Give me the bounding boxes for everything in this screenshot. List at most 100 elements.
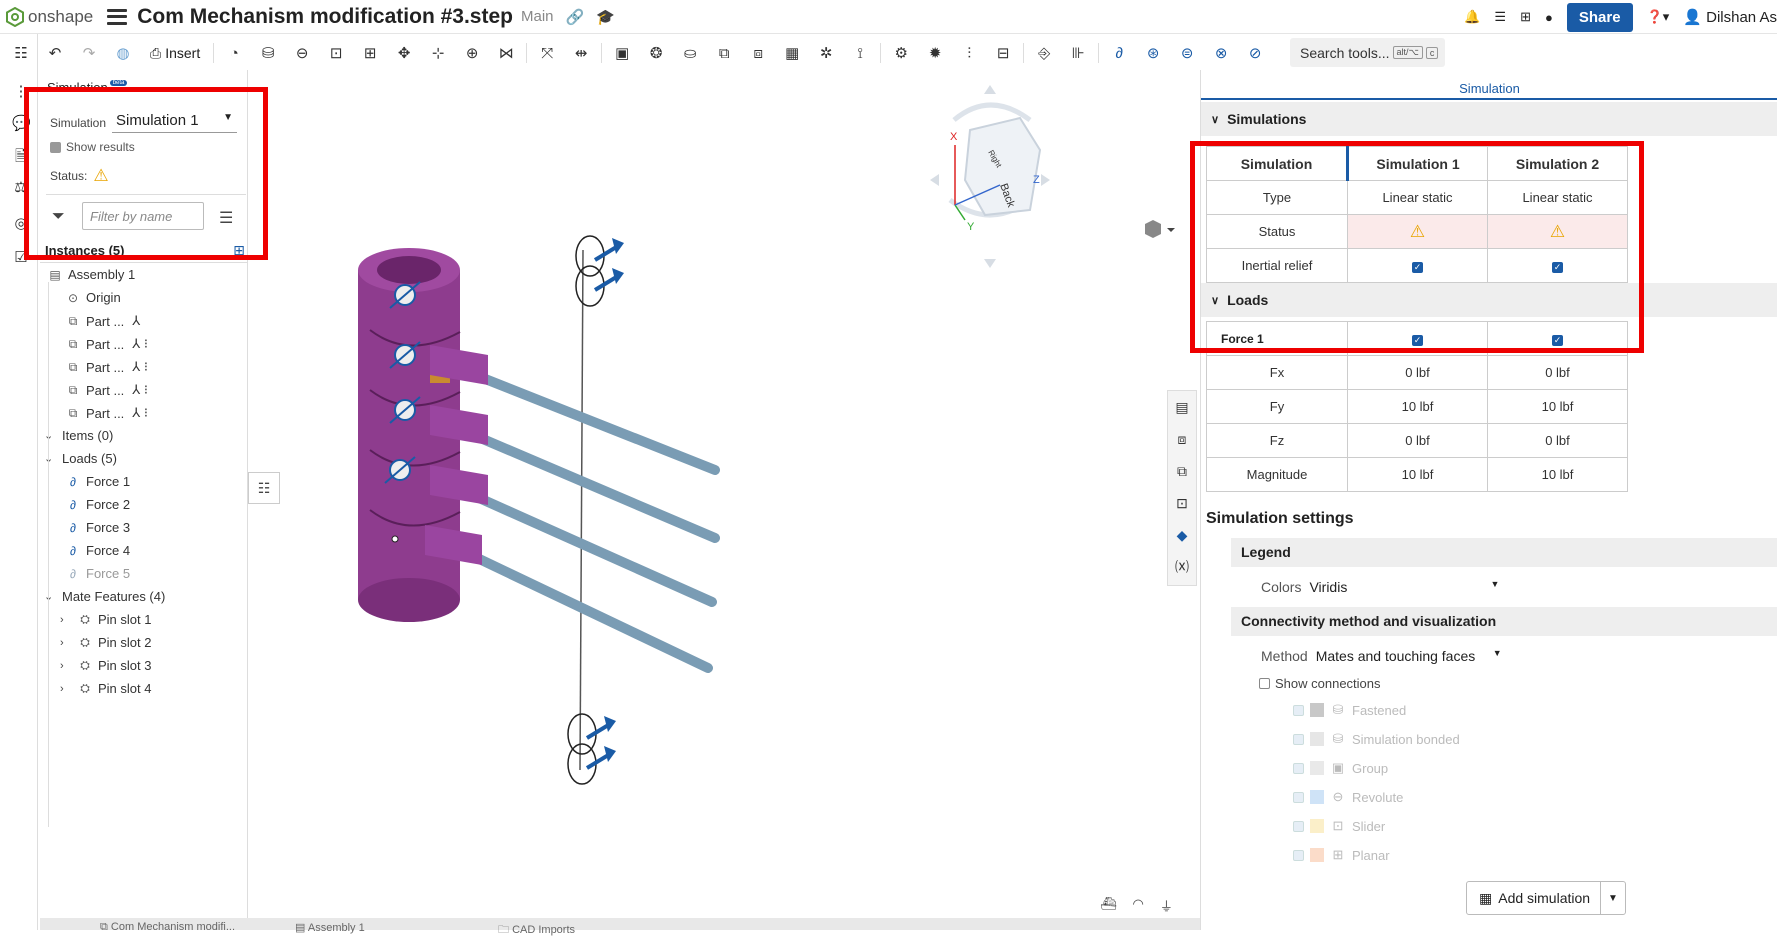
3d-viewport[interactable]: X Y Z Back Right: [250, 70, 1198, 920]
share-button[interactable]: Share: [1566, 2, 1633, 32]
colors-select[interactable]: Viridis ▼: [1309, 579, 1499, 595]
connection-type-row[interactable]: ▣ Group: [1293, 760, 1388, 776]
tree-force[interactable]: ∂ Force 2: [66, 497, 130, 512]
measure-icon[interactable]: ⊪: [1061, 39, 1095, 67]
tree-part[interactable]: ⧉ Part ... ⅄ ⁝: [66, 359, 148, 375]
replicate-icon[interactable]: ❂: [639, 39, 673, 67]
tree-force-suppressed[interactable]: ∂ Force 5: [66, 566, 130, 581]
feature-list-icon[interactable]: ☷: [12, 44, 30, 62]
connection-type-row[interactable]: ⊖ Revolute: [1293, 789, 1403, 805]
force-load-icon[interactable]: ∂: [1102, 39, 1136, 67]
app-store-icon[interactable]: ⊞: [1520, 9, 1531, 25]
checkbox-icon[interactable]: [1293, 791, 1304, 803]
rack-pinion-icon[interactable]: ⟟: [843, 39, 877, 67]
mirror-icon[interactable]: ⧉: [707, 39, 741, 67]
right-panel-tab[interactable]: Simulation: [1201, 70, 1777, 100]
width-mate-icon[interactable]: ⇹: [564, 39, 598, 67]
checkbox-icon[interactable]: [1293, 733, 1304, 745]
tree-mate[interactable]: › ⛭ Pin slot 1: [60, 612, 151, 627]
group-icon[interactable]: ▣: [605, 39, 639, 67]
link-icon[interactable]: 🔗: [566, 8, 585, 26]
tab-part-studio[interactable]: ⧉ Com Mechanism modifi...: [100, 921, 235, 934]
onshape-logo[interactable]: onshape: [6, 6, 93, 27]
tab-assembly[interactable]: ▤ Assembly 1: [295, 921, 365, 934]
chevron-down-icon[interactable]: ▼: [1601, 893, 1625, 904]
user-menu[interactable]: 👤 Dilshan As: [1683, 8, 1777, 26]
view-cube[interactable]: X Y Z Back Right: [930, 85, 1050, 268]
simulation-icon[interactable]: ⎆: [1027, 39, 1061, 67]
tree-part[interactable]: ⧉ Part ... ⅄ ⁝: [66, 336, 148, 352]
method-select[interactable]: Mates and touching faces ▼: [1316, 648, 1502, 664]
acceleration-load-icon[interactable]: ⊘: [1238, 39, 1272, 67]
fastened-mate-icon[interactable]: ⛁: [251, 39, 285, 67]
menu-icon[interactable]: [107, 8, 128, 25]
toggle-icon[interactable]: ⊟: [986, 39, 1020, 67]
search-tools-input[interactable]: Search tools... alt/⌥ c: [1290, 38, 1445, 67]
configurations-icon[interactable]: ⧉: [1168, 455, 1196, 487]
checkbox-icon[interactable]: [1293, 762, 1304, 774]
slider-mate-icon[interactable]: ⊡: [319, 39, 353, 67]
learning-icon[interactable]: 🎓: [596, 8, 615, 26]
tree-force[interactable]: ∂ Force 4: [66, 543, 130, 558]
add-simulation-button[interactable]: ▦ Add simulation ▼: [1466, 881, 1626, 915]
tab-cad-imports[interactable]: 🗀 CAD Imports: [498, 921, 575, 940]
tree-part[interactable]: ⧉ Part ... ⅄: [66, 313, 141, 329]
chain-icon[interactable]: ⫶: [952, 39, 986, 67]
checkbox-icon[interactable]: [1293, 849, 1304, 861]
settings-gear-icon[interactable]: ⚙: [884, 39, 918, 67]
insert-button[interactable]: ⎙ Insert: [140, 45, 210, 62]
simulation-panel-icon[interactable]: ◆: [1168, 519, 1196, 551]
gear-icon[interactable]: ✹: [918, 39, 952, 67]
show-connections-toggle[interactable]: Show connections: [1259, 676, 1381, 691]
undo-icon[interactable]: ↶: [38, 39, 72, 67]
units-icon[interactable]: ⛴: [1100, 896, 1117, 915]
regenerate-icon[interactable]: ◍: [106, 39, 140, 67]
tree-force[interactable]: ∂ Force 3: [66, 520, 130, 535]
tree-part[interactable]: ⧉ Part ... ⅄ ⁝: [66, 382, 148, 398]
tree-items-group[interactable]: ⌄ Items (0): [44, 428, 113, 443]
measure-tool-icon[interactable]: ⏚: [1160, 896, 1173, 915]
checkbox-icon[interactable]: [1293, 704, 1304, 716]
tree-origin[interactable]: ⊙ Origin: [66, 290, 121, 305]
ball-mate-icon[interactable]: ⊕: [455, 39, 489, 67]
redo-icon[interactable]: ↷: [72, 39, 106, 67]
tree-part[interactable]: ⧉ Part ... ⅄ ⁝: [66, 405, 148, 421]
tangent-mate-icon[interactable]: ⤧: [530, 39, 564, 67]
tree-loads-group[interactable]: ⌄ Loads (5): [44, 451, 117, 466]
document-title[interactable]: Com Mechanism modification #3.step: [137, 5, 513, 29]
simulations-section-header[interactable]: ∨ Simulations: [1201, 102, 1777, 136]
connection-type-row[interactable]: ⊞ Planar: [1293, 847, 1390, 863]
exploded-view-icon[interactable]: ▦: [775, 39, 809, 67]
pin-slot-mate-icon[interactable]: ⊹: [421, 39, 455, 67]
tree-mate[interactable]: › ⛭ Pin slot 3: [60, 658, 151, 673]
notifications-icon[interactable]: 🔔: [1464, 9, 1480, 25]
tree-assembly[interactable]: ▤ Assembly 1: [48, 267, 135, 282]
view-options-icon[interactable]: [1145, 220, 1175, 238]
variables-icon[interactable]: ⒳: [1168, 551, 1196, 583]
tree-mate[interactable]: › ⛭ Pin slot 4: [60, 681, 151, 696]
connection-type-row[interactable]: ⛁ Simulation bonded: [1293, 731, 1460, 747]
bom-panel-icon[interactable]: ⊡: [1168, 487, 1196, 519]
properties-panel-icon[interactable]: ▤: [1168, 391, 1196, 423]
tree-mate[interactable]: › ⛭ Pin slot 2: [60, 635, 151, 650]
connection-type-row[interactable]: ⊡ Slider: [1293, 818, 1385, 834]
planar-mate-icon[interactable]: ⊞: [353, 39, 387, 67]
pattern-icon[interactable]: ⛀: [673, 39, 707, 67]
moment-load-icon[interactable]: ⊛: [1136, 39, 1170, 67]
gear-relation-icon[interactable]: ✲: [809, 39, 843, 67]
tasks-icon[interactable]: ☰: [1494, 9, 1506, 25]
tree-force[interactable]: ∂ Force 1: [66, 474, 130, 489]
branch-label[interactable]: Main: [521, 8, 554, 25]
help-icon[interactable]: ❓▾: [1647, 9, 1670, 25]
tree-mates-group[interactable]: ⌄ Mate Features (4): [44, 589, 165, 604]
cylindrical-mate-icon[interactable]: ✥: [387, 39, 421, 67]
pressure-load-icon[interactable]: ⊜: [1170, 39, 1204, 67]
parallel-mate-icon[interactable]: ⋈: [489, 39, 523, 67]
show-connections-checkbox[interactable]: [1259, 678, 1270, 689]
checkbox-icon[interactable]: [1293, 820, 1304, 832]
add-simulation-main[interactable]: ▦ Add simulation: [1467, 882, 1601, 914]
connection-type-row[interactable]: ⛁ Fastened: [1293, 702, 1406, 718]
mate-connector-icon[interactable]: ◔: [217, 39, 251, 67]
bearing-load-icon[interactable]: ⊗: [1204, 39, 1238, 67]
appearance-icon[interactable]: ⧈: [1168, 423, 1196, 455]
